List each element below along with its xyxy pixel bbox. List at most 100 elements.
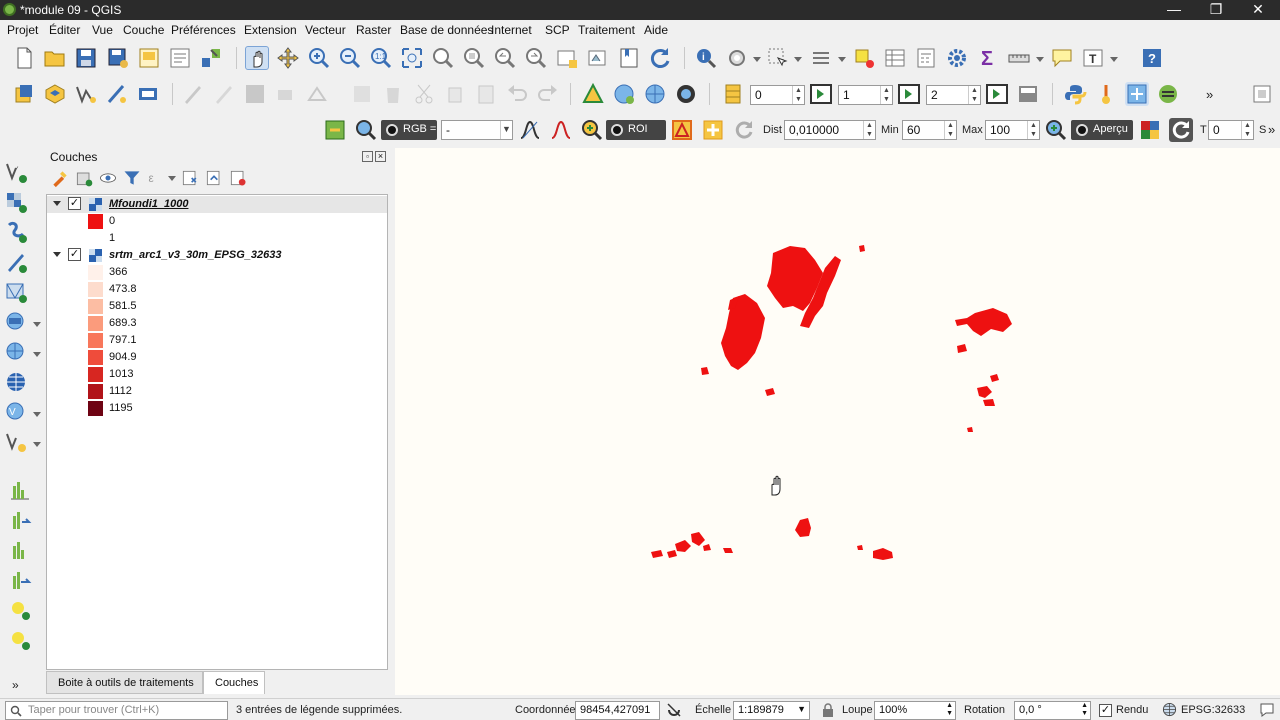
toolbar-overflow-icon[interactable]: » xyxy=(1206,87,1213,102)
save-edits-icon[interactable] xyxy=(243,82,267,106)
filter-legend-icon[interactable] xyxy=(122,168,142,188)
menu-vecteur[interactable]: Vecteur xyxy=(305,23,346,37)
scp-zoom-input-icon[interactable] xyxy=(354,118,378,142)
menu-scp[interactable]: SCP xyxy=(545,23,570,37)
add-point-icon[interactable] xyxy=(8,598,32,622)
add-postgis-icon[interactable] xyxy=(4,250,28,274)
select-features-icon[interactable] xyxy=(766,46,790,70)
close-button[interactable]: ✕ xyxy=(1240,0,1276,20)
help-icon[interactable]: ? xyxy=(1140,46,1164,70)
layer-row-mfoundi[interactable]: ✓ Mfoundi1_1000 xyxy=(47,196,387,213)
new-virtual-layer-icon[interactable] xyxy=(136,82,160,106)
scp-stretch-icon[interactable] xyxy=(518,118,542,142)
paste-icon[interactable] xyxy=(474,82,498,106)
toggle-editing-icon[interactable] xyxy=(181,82,205,106)
undo-icon[interactable] xyxy=(505,82,529,106)
modify-attributes-icon[interactable] xyxy=(350,82,374,106)
manage-map-themes-icon[interactable] xyxy=(98,168,118,188)
maximize-button[interactable]: ❐ xyxy=(1198,0,1234,20)
scp-roi-polygon-icon[interactable] xyxy=(670,118,694,142)
extents-toggle-icon[interactable] xyxy=(666,702,682,718)
scp-processing-icon[interactable] xyxy=(674,82,698,106)
scp-add-roi-icon[interactable] xyxy=(701,118,725,142)
new-layout-icon[interactable] xyxy=(137,46,161,70)
menu-raster[interactable]: Raster xyxy=(356,23,391,37)
new-3d-view-icon[interactable] xyxy=(586,46,610,70)
layout-manager-icon[interactable] xyxy=(168,46,192,70)
copy-icon[interactable] xyxy=(443,82,467,106)
add-point-edit-icon[interactable] xyxy=(8,628,32,652)
band-combination-icon[interactable] xyxy=(721,82,745,106)
python-icon[interactable] xyxy=(1063,82,1087,106)
scp-band-set-icon[interactable] xyxy=(581,82,605,106)
add-mesh-layer-icon[interactable] xyxy=(4,280,28,304)
tab-processing-toolbox[interactable]: Boite à outils de traitements xyxy=(46,671,203,694)
refresh-icon[interactable] xyxy=(648,46,672,70)
preview-toggle-button[interactable]: Aperçu xyxy=(1071,120,1133,140)
layer-row-srtm[interactable]: ✓ srtm_arc1_v3_30m_EPSG_32633 xyxy=(47,247,387,264)
spin-arrows-icon[interactable]: ▲ ▼ xyxy=(944,121,956,139)
spin-arrows-icon[interactable]: ▲ ▼ xyxy=(863,121,875,139)
crs-label[interactable]: EPSG:32633 xyxy=(1181,704,1245,716)
add-wcs-layer-icon[interactable] xyxy=(4,340,28,364)
chevron-down-icon[interactable] xyxy=(1036,57,1044,63)
spin-arrows-icon[interactable]: ▲ ▼ xyxy=(1027,121,1039,139)
rgb-toggle-button[interactable]: RGB = xyxy=(381,120,437,140)
add-wfs-layer-icon[interactable] xyxy=(4,370,28,394)
menu-projet[interactable]: Projet xyxy=(7,23,38,37)
band-1-spinbox[interactable]: 0 ▲ ▼ xyxy=(750,85,805,105)
layer-visibility-checkbox[interactable]: ✓ xyxy=(68,197,81,210)
filter-expression-icon[interactable]: ε xyxy=(146,168,166,188)
chevron-down-icon[interactable] xyxy=(1110,57,1118,63)
menu-aide[interactable]: Aide xyxy=(644,23,668,37)
attribute-table-icon[interactable] xyxy=(883,46,907,70)
add-virtual-layer-icon[interactable]: V xyxy=(4,400,28,424)
min-spinbox[interactable]: 60 ▲ ▼ xyxy=(902,120,957,140)
zoom-next-icon[interactable] xyxy=(524,46,548,70)
map-canvas[interactable] xyxy=(395,148,1280,695)
save-project-icon[interactable] xyxy=(74,46,98,70)
add-raster-layer-icon[interactable] xyxy=(4,190,28,214)
scale-combo[interactable]: 1:189879 ▼ xyxy=(733,701,810,720)
magnifier-spinbox[interactable]: 100% ▲ ▼ xyxy=(874,701,956,720)
vertex-tool-icon[interactable] xyxy=(305,82,329,106)
toolbar-overflow-icon[interactable]: » xyxy=(1268,122,1275,137)
layers-tree[interactable]: ✓ Mfoundi1_1000 0 1 ✓ srtm_arc1_v3_30m_E… xyxy=(46,194,388,670)
delete-icon[interactable] xyxy=(381,82,405,106)
new-temp-layer-icon[interactable] xyxy=(105,82,129,106)
data-source-manager-icon[interactable] xyxy=(12,82,36,106)
scp-dock-icon[interactable] xyxy=(323,118,347,142)
chevron-down-icon[interactable]: ▼ xyxy=(500,121,512,139)
spin-arrows-icon[interactable]: ▲ ▼ xyxy=(968,86,980,104)
zoom-last-icon[interactable] xyxy=(493,46,517,70)
minimize-button[interactable]: — xyxy=(1156,0,1192,20)
expand-all-icon[interactable] xyxy=(180,168,200,188)
rotation-spinbox[interactable]: 0,0 ° ▲ ▼ xyxy=(1014,701,1091,720)
new-shapefile-icon[interactable] xyxy=(74,82,98,106)
chevron-down-icon[interactable] xyxy=(33,412,41,418)
redo-icon[interactable] xyxy=(536,82,560,106)
plugin-raster-icon[interactable] xyxy=(1125,82,1149,106)
scp-classification-preview-icon[interactable] xyxy=(1138,118,1162,142)
menu-extension[interactable]: Extension xyxy=(244,23,297,37)
chevron-down-icon[interactable] xyxy=(33,322,41,328)
chevron-down-icon[interactable] xyxy=(753,57,761,63)
histogram-compare-icon[interactable] xyxy=(8,508,32,532)
menu-preferences[interactable]: Préférences xyxy=(171,23,236,37)
next-band-icon[interactable] xyxy=(897,82,921,106)
spin-arrows-icon[interactable]: ▲ ▼ xyxy=(946,702,953,718)
spin-arrows-icon[interactable]: ▲ ▼ xyxy=(792,86,804,104)
open-project-icon[interactable] xyxy=(43,46,67,70)
add-feature-icon[interactable] xyxy=(274,82,298,106)
actions-icon[interactable] xyxy=(725,46,749,70)
scp-download-icon[interactable] xyxy=(612,82,636,106)
new-map-view-icon[interactable] xyxy=(555,46,579,70)
scp-stretch-std-icon[interactable] xyxy=(549,118,573,142)
zoom-to-layer-icon[interactable] xyxy=(462,46,486,70)
collapse-arrow-icon[interactable] xyxy=(53,252,61,257)
add-spatialite-icon[interactable] xyxy=(4,220,28,244)
dist-spinbox[interactable]: 0,010000 ▲ ▼ xyxy=(784,120,876,140)
crs-globe-icon[interactable] xyxy=(1162,702,1177,717)
zoom-to-selection-icon[interactable] xyxy=(431,46,455,70)
map-tips-icon[interactable] xyxy=(1050,46,1074,70)
